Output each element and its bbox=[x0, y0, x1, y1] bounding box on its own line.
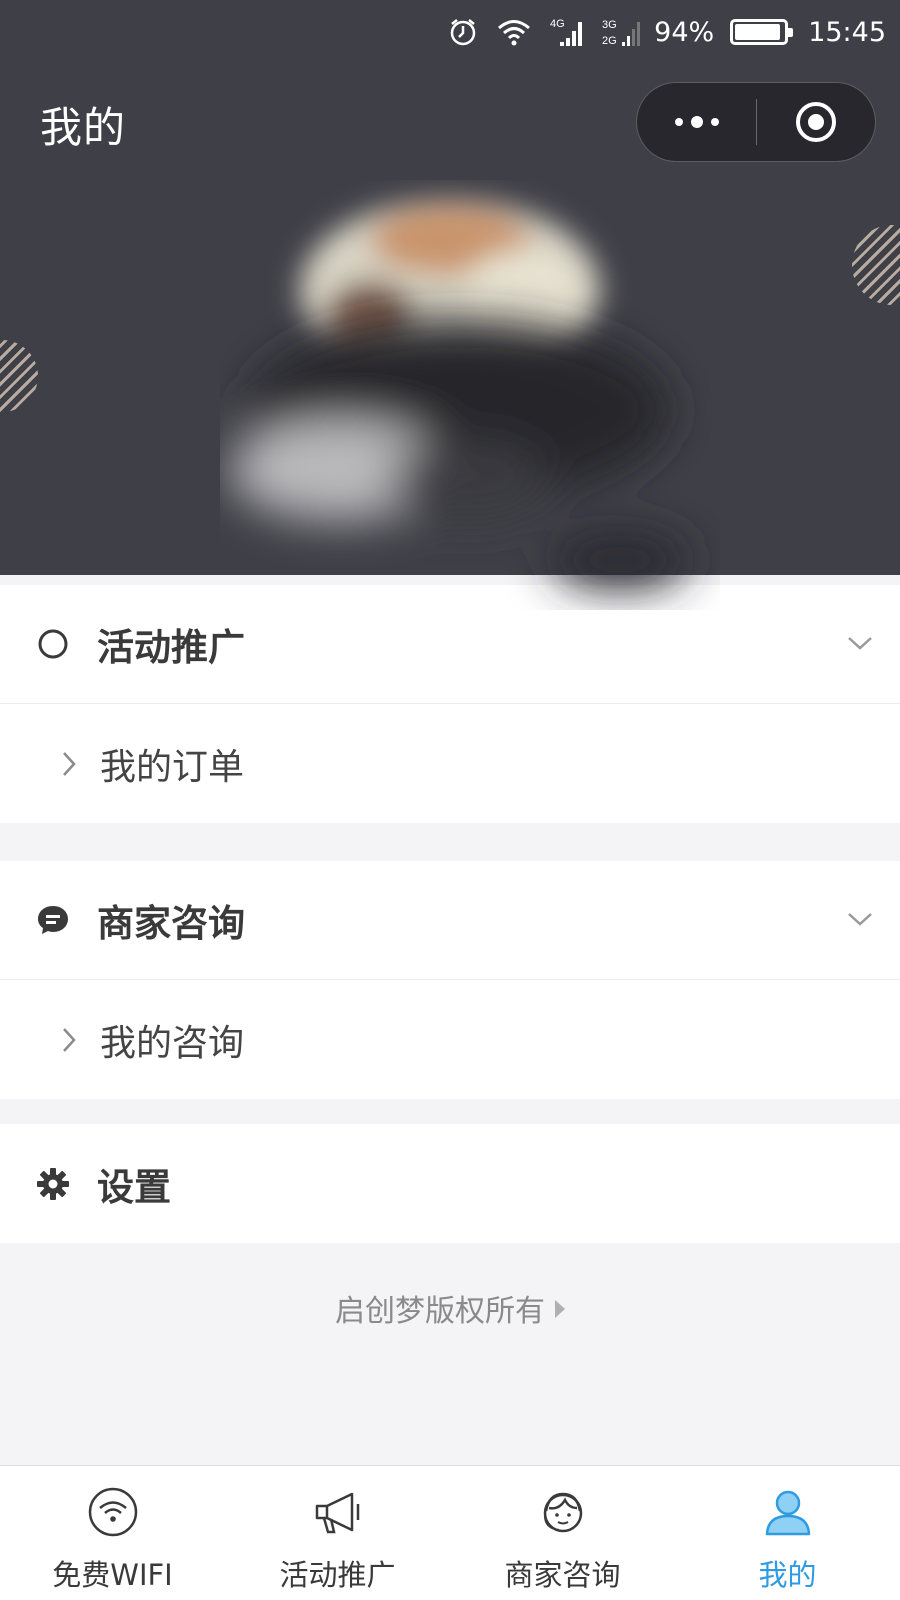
consult-section: 商家咨询 我的咨询 bbox=[0, 861, 900, 1099]
decorative-striped-circle-left bbox=[0, 340, 38, 412]
page-title: 我的 bbox=[40, 103, 127, 152]
wifi-icon bbox=[496, 17, 532, 47]
triangle-right-icon bbox=[555, 1300, 565, 1318]
copyright-text: 启创梦版权所有 bbox=[335, 1294, 545, 1329]
decorative-striped-circle-right bbox=[852, 225, 900, 305]
user-icon bbox=[760, 1484, 816, 1540]
tab-label: 我的 bbox=[758, 1558, 817, 1592]
battery-fill bbox=[735, 24, 781, 40]
gear-icon bbox=[36, 1167, 70, 1201]
megaphone-icon bbox=[310, 1484, 366, 1540]
tab-free-wifi[interactable]: 免费WIFI bbox=[0, 1466, 225, 1600]
consult-section-title: 商家咨询 bbox=[97, 902, 245, 945]
consult-section-header[interactable]: 商家咨询 bbox=[0, 861, 900, 980]
tab-merchant-consult[interactable]: 商家咨询 bbox=[450, 1466, 675, 1600]
battery-percent: 94% bbox=[654, 16, 715, 48]
activity-section: 活动推广 我的订单 bbox=[0, 585, 900, 823]
customer-service-icon bbox=[535, 1484, 591, 1540]
tab-activity-promotion[interactable]: 活动推广 bbox=[225, 1466, 450, 1600]
tab-label: 活动推广 bbox=[279, 1558, 396, 1592]
target-circle-icon bbox=[796, 102, 836, 142]
my-consultations-item[interactable]: 我的咨询 bbox=[0, 980, 900, 1099]
close-miniprogram-button[interactable] bbox=[757, 83, 875, 161]
more-dots-icon bbox=[674, 116, 719, 128]
my-page: 4G 3G 2G 94% 15:45 我的 活动推广 我的订单 商家咨询 我的咨… bbox=[0, 0, 900, 1600]
my-orders-item[interactable]: 我的订单 bbox=[0, 704, 900, 823]
copyright-footer[interactable]: 启创梦版权所有 bbox=[0, 1286, 900, 1330]
network-label-3: 2G bbox=[602, 35, 617, 47]
my-consultations-label: 我的咨询 bbox=[100, 1022, 245, 1064]
bottom-tab-bar: 免费WIFI 活动推广 商家咨询 我的 bbox=[0, 1465, 900, 1600]
signal-4g-icon: 4G bbox=[550, 16, 584, 48]
settings-section: 设置 bbox=[0, 1124, 900, 1243]
activity-section-title: 活动推广 bbox=[97, 626, 245, 669]
network-label-2: 3G bbox=[602, 19, 617, 31]
wifi-circle-icon bbox=[85, 1484, 141, 1540]
settings-title: 设置 bbox=[97, 1165, 171, 1209]
tab-mine[interactable]: 我的 bbox=[675, 1466, 900, 1600]
circle-icon bbox=[36, 627, 70, 661]
settings-row[interactable]: 设置 bbox=[0, 1124, 900, 1243]
alarm-icon bbox=[448, 17, 478, 47]
status-bar: 4G 3G 2G 94% 15:45 bbox=[0, 0, 900, 64]
avatar[interactable] bbox=[220, 180, 720, 610]
chat-bubble-icon bbox=[36, 903, 70, 937]
tab-label: 商家咨询 bbox=[504, 1558, 621, 1592]
status-time: 15:45 bbox=[808, 16, 886, 48]
tab-label: 免费WIFI bbox=[52, 1558, 173, 1592]
network-label-1: 4G bbox=[550, 18, 565, 30]
chevron-down-icon bbox=[846, 632, 874, 658]
miniprogram-capsule bbox=[636, 82, 876, 162]
battery-icon bbox=[730, 19, 794, 45]
chevron-right-icon bbox=[60, 750, 78, 782]
more-button[interactable] bbox=[637, 83, 756, 161]
my-orders-label: 我的订单 bbox=[100, 746, 245, 788]
signal-3g-2g-icon: 3G 2G bbox=[602, 16, 642, 48]
chevron-down-icon bbox=[846, 908, 874, 934]
chevron-right-icon bbox=[60, 1026, 78, 1058]
